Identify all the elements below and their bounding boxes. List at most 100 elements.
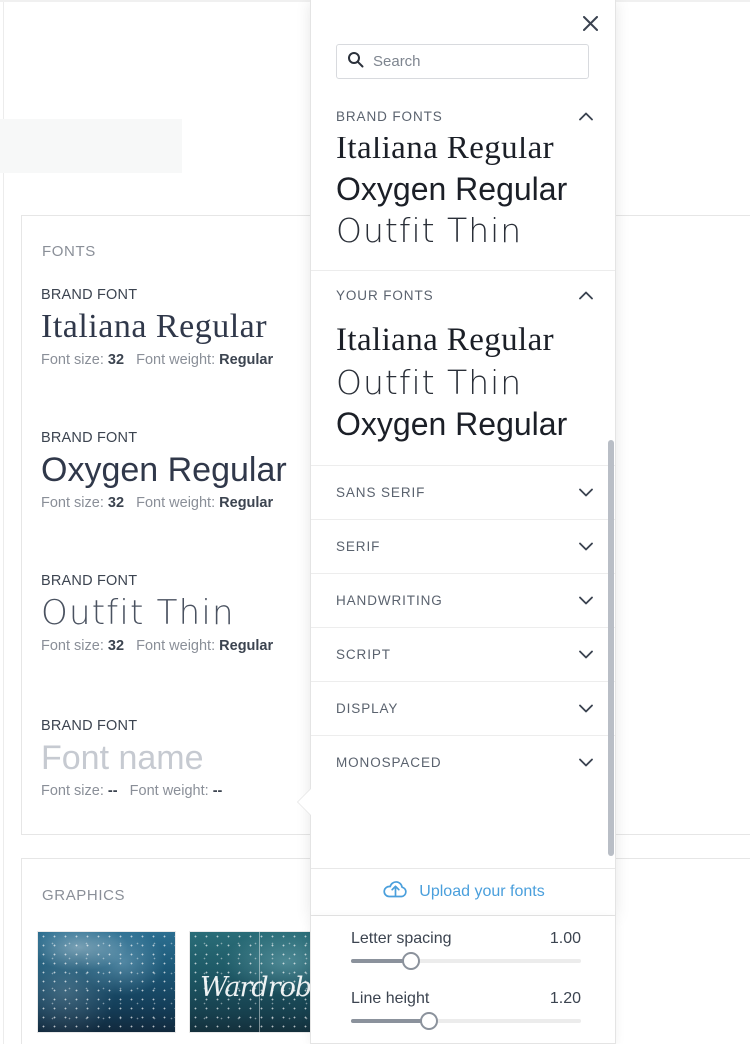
slider-track[interactable] (351, 1012, 581, 1030)
slider-label: Line height (351, 990, 430, 1007)
category-label: HANDWRITING (336, 592, 443, 608)
close-icon[interactable] (577, 10, 603, 36)
section-label: BRAND FONTS (336, 108, 443, 124)
font-list-item[interactable]: Outfit Thin (311, 210, 615, 252)
brand-font-label: BRAND FONT (41, 718, 138, 734)
slider-header: Line height 1.20 (351, 990, 581, 1008)
brand-font-meta: Font size: 32 Font weight: Regular (41, 495, 287, 511)
popover-pointer-notch (298, 788, 312, 816)
brand-font-meta: Font size: 32 Font weight: Regular (41, 352, 273, 368)
font-list-item[interactable]: Italiana Regular (311, 319, 615, 361)
brand-font-label: BRAND FONT (41, 287, 138, 303)
font-list-item[interactable]: Oxygen Regular (311, 404, 615, 445)
graphic-image (38, 932, 175, 1032)
graphic-thumbnail-2[interactable]: Wardrobe E (189, 931, 328, 1033)
category-label: SERIF (336, 538, 381, 554)
popover-scrollbar-thumb[interactable] (608, 440, 614, 856)
slider-value: 1.20 (549, 990, 581, 1007)
font-weight-value: Regular (219, 495, 274, 512)
brand-fonts-list: Italiana Regular Oxygen Regular Outfit T… (311, 127, 615, 252)
section-label: YOUR FONTS (336, 287, 434, 303)
font-weight-label: Font weight: (129, 783, 209, 800)
brand-font-meta: Font size: -- Font weight: -- (41, 783, 222, 799)
brand-font-entry-2[interactable]: BRAND FONT Oxygen Regular Font size: 32 … (41, 430, 287, 511)
app-root: FONTS BRAND FONT Italiana Regular Font s… (0, 0, 750, 1044)
font-size-value: -- (107, 783, 118, 800)
graphic-thumbnail-1[interactable] (37, 931, 176, 1033)
font-size-label: Font size: (41, 783, 104, 800)
chevron-down-icon (579, 650, 593, 659)
slider-letter-spacing: Letter spacing 1.00 (351, 930, 581, 970)
category-label: SCRIPT (336, 646, 391, 662)
category-row-script[interactable]: SCRIPT (311, 626, 615, 681)
chevron-down-icon (579, 542, 593, 551)
slider-track[interactable] (351, 952, 581, 970)
category-row-sans-serif[interactable]: SANS SERIF (311, 464, 615, 519)
font-weight-value: -- (212, 783, 223, 800)
slider-line-height: Line height 1.20 (351, 990, 581, 1030)
graphic-image: Wardrobe E (190, 932, 327, 1032)
font-weight-label: Font weight: (136, 352, 216, 369)
font-picker-popover: BRAND FONTS Italiana Regular Oxygen Regu… (310, 0, 616, 916)
slider-header: Letter spacing 1.00 (351, 930, 581, 948)
font-list-scroll-area[interactable]: BRAND FONTS Italiana Regular Oxygen Regu… (311, 95, 615, 869)
graphic-overlay-text: Wardrobe E (200, 972, 327, 1003)
font-size-value: 32 (107, 352, 125, 369)
brand-font-entry-4[interactable]: BRAND FONT Font name Font size: -- Font … (41, 718, 222, 799)
category-row-monospaced[interactable]: MONOSPACED (311, 734, 615, 789)
category-label: SANS SERIF (336, 484, 426, 500)
category-label: MONOSPACED (336, 754, 442, 770)
section-header-your-fonts[interactable]: YOUR FONTS (311, 271, 615, 320)
search-input[interactable] (373, 53, 563, 70)
chevron-down-icon (579, 596, 593, 605)
cloud-upload-icon (383, 880, 408, 904)
upload-label: Upload your fonts (419, 883, 545, 900)
search-box[interactable] (336, 44, 589, 79)
fonts-card-title: FONTS (42, 243, 96, 260)
brand-font-entry-1[interactable]: BRAND FONT Italiana Regular Font size: 3… (41, 287, 273, 368)
upload-your-fonts-button[interactable]: Upload your fonts (311, 868, 615, 915)
search-icon (347, 51, 364, 73)
font-size-label: Font size: (41, 638, 104, 655)
font-list-item[interactable]: Oxygen Regular (311, 169, 615, 210)
category-label: DISPLAY (336, 700, 399, 716)
chevron-up-icon (579, 112, 593, 121)
brand-font-sample: Italiana Regular (41, 308, 268, 345)
your-fonts-list: Italiana Regular Outfit Thin Oxygen Regu… (311, 319, 615, 445)
graphics-card-title: GRAPHICS (42, 887, 126, 904)
slider-fill (351, 1019, 430, 1023)
brand-font-label: BRAND FONT (41, 430, 138, 446)
search-field-wrapper (336, 44, 589, 79)
placeholder-block (0, 119, 182, 173)
brand-font-sample: Outfit Thin (41, 593, 235, 633)
font-weight-value: Regular (219, 352, 274, 369)
font-size-value: 32 (107, 638, 125, 655)
brand-font-label: BRAND FONT (41, 573, 138, 589)
category-row-display[interactable]: DISPLAY (311, 680, 615, 735)
font-weight-label: Font weight: (136, 638, 216, 655)
category-row-handwriting[interactable]: HANDWRITING (311, 572, 615, 627)
brand-font-meta: Font size: 32 Font weight: Regular (41, 638, 273, 654)
chevron-down-icon (579, 488, 593, 497)
font-list-item[interactable]: Outfit Thin (311, 362, 615, 404)
slider-label: Letter spacing (351, 930, 452, 947)
font-size-label: Font size: (41, 352, 104, 369)
chevron-down-icon (579, 704, 593, 713)
section-header-brand-fonts[interactable]: BRAND FONTS (311, 95, 615, 137)
slider-knob[interactable] (401, 952, 420, 970)
chevron-down-icon (579, 758, 593, 767)
graphic-split-line (258, 932, 260, 1032)
typography-sliders-panel: Letter spacing 1.00 Line height 1.20 (310, 916, 616, 1044)
chevron-up-icon (579, 291, 593, 300)
font-size-value: 32 (107, 495, 125, 512)
slider-value: 1.00 (549, 930, 581, 947)
category-row-serif[interactable]: SERIF (311, 518, 615, 573)
brand-font-sample: Oxygen Regular (41, 451, 287, 489)
brand-font-sample-placeholder: Font name (41, 739, 204, 777)
font-weight-value: Regular (219, 638, 274, 655)
font-weight-label: Font weight: (136, 495, 216, 512)
brand-font-entry-3[interactable]: BRAND FONT Outfit Thin Font size: 32 Fon… (41, 573, 273, 654)
slider-knob[interactable] (420, 1012, 439, 1030)
font-size-label: Font size: (41, 495, 104, 512)
